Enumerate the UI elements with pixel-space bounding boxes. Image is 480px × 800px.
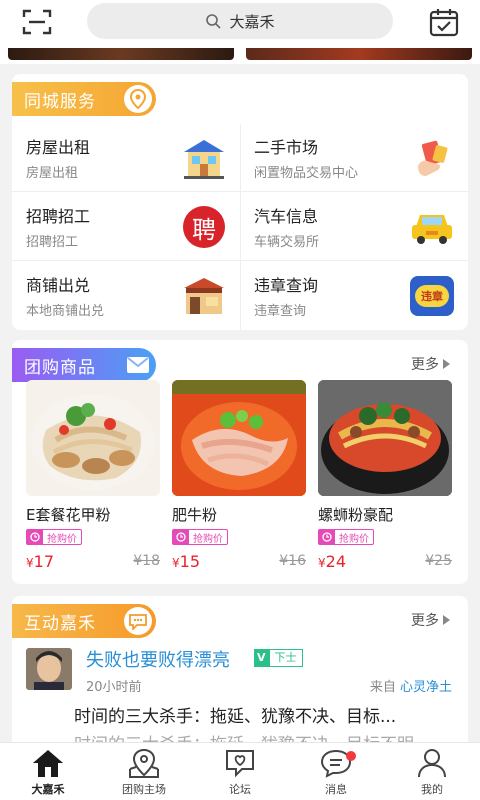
- original-price: ¥16: [279, 553, 306, 569]
- product-image: [26, 380, 160, 496]
- service-shop-transfer[interactable]: 商铺出兑 本地商铺出兑: [12, 262, 240, 330]
- user-icon: [418, 749, 446, 778]
- group-buy-card: 团购商品 更多 E套餐花甲粉 抢购价 ¥17 ¥18 肥牛粉 抢购价 ¥15 ¥…: [12, 340, 468, 584]
- original-price: ¥18: [133, 553, 160, 569]
- flash-price-tag: 抢购价: [172, 529, 228, 545]
- map-pin-icon: [129, 748, 159, 778]
- user-level-badge: V 下士: [254, 649, 303, 667]
- shop-icon: [184, 278, 224, 314]
- service-recruit[interactable]: 招聘招工 招聘招工 聘: [12, 193, 240, 262]
- tab-profile[interactable]: 我的: [384, 743, 480, 800]
- product-price: ¥24 ¥25: [318, 552, 452, 571]
- group-buy-more-link[interactable]: 更多: [411, 354, 450, 374]
- forum-heart-icon: [226, 750, 254, 778]
- post-author-link[interactable]: 心灵净土: [400, 680, 452, 695]
- services-section-title: 同城服务: [12, 82, 156, 116]
- second-hand-icon: [418, 140, 448, 176]
- service-house-rent[interactable]: 房屋出租 房屋出租: [12, 124, 240, 193]
- calendar-icon[interactable]: [428, 7, 460, 37]
- banner-image[interactable]: [8, 48, 234, 60]
- search-icon: [206, 14, 222, 29]
- flash-price-tag: 抢购价: [26, 529, 82, 545]
- service-second-hand[interactable]: 二手市场 闲置物品交易中心: [240, 124, 468, 193]
- top-bar: 大嘉禾: [0, 0, 480, 44]
- product-name: E套餐花甲粉: [26, 506, 111, 524]
- home-icon: [33, 750, 63, 777]
- chat-icon: [124, 607, 152, 635]
- clock-icon: [319, 530, 335, 544]
- tab-messages[interactable]: 消息: [288, 743, 384, 800]
- product-image: [318, 380, 452, 496]
- product-card[interactable]: E套餐花甲粉 抢购价 ¥17 ¥18: [26, 380, 160, 572]
- banner-image[interactable]: [246, 48, 472, 60]
- banner-carousel[interactable]: [0, 44, 480, 64]
- product-price: ¥17 ¥18: [26, 552, 160, 571]
- bottom-tab-bar: 大嘉禾 团购主场 论坛 消息 我的: [0, 742, 480, 800]
- clock-icon: [27, 530, 43, 544]
- product-price: ¥15 ¥16: [172, 552, 306, 571]
- product-name: 螺蛳粉豪配: [318, 506, 394, 524]
- post-time: 20小时前: [86, 680, 142, 695]
- tab-group-buy[interactable]: 团购主场: [96, 743, 192, 800]
- mail-icon: [124, 351, 152, 379]
- search-bar[interactable]: 大嘉禾: [87, 3, 393, 39]
- unread-badge: [346, 751, 356, 761]
- arrow-right-icon: [443, 359, 450, 369]
- product-card[interactable]: 肥牛粉 抢购价 ¥15 ¥16: [172, 380, 306, 572]
- group-buy-section-title: 团购商品: [12, 348, 156, 382]
- interact-more-link[interactable]: 更多: [411, 610, 450, 630]
- avatar[interactable]: [26, 648, 72, 690]
- original-price: ¥25: [425, 553, 452, 569]
- product-card[interactable]: 螺蛳粉豪配 抢购价 ¥24 ¥25: [318, 380, 452, 572]
- interact-card: 互动嘉禾 更多 失败也要败得漂亮 V 下士 20小时前 来自 心灵净土 时间的三…: [12, 596, 468, 756]
- services-card: 同城服务 房屋出租 房屋出租 二手市场 闲置物品交易中心 招聘招工 招聘招工 聘…: [12, 74, 468, 330]
- interact-section-title: 互动嘉禾: [12, 604, 156, 638]
- product-name: 肥牛粉: [172, 506, 218, 524]
- scan-icon[interactable]: [22, 8, 52, 36]
- search-query: 大嘉禾: [229, 12, 275, 31]
- flash-price-tag: 抢购价: [318, 529, 374, 545]
- tab-forum[interactable]: 论坛: [192, 743, 288, 800]
- recruit-icon: 聘: [180, 205, 228, 249]
- clock-icon: [173, 530, 189, 544]
- house-icon: [184, 140, 224, 179]
- product-image: [172, 380, 306, 496]
- arrow-right-icon: [443, 615, 450, 625]
- car-icon: [412, 215, 452, 244]
- violation-icon: 违章: [408, 274, 456, 318]
- post-source: 来自 心灵净土: [369, 680, 452, 695]
- tab-home[interactable]: 大嘉禾: [0, 743, 96, 800]
- post-title[interactable]: 失败也要败得漂亮: [86, 646, 230, 672]
- service-violation-query[interactable]: 违章查询 违章查询 违章: [240, 262, 468, 330]
- location-icon: [124, 85, 152, 113]
- service-car-info[interactable]: 汽车信息 车辆交易所: [240, 193, 468, 262]
- post-excerpt[interactable]: 时间的三大杀手：拖延、犹豫不决、目标...: [74, 702, 396, 727]
